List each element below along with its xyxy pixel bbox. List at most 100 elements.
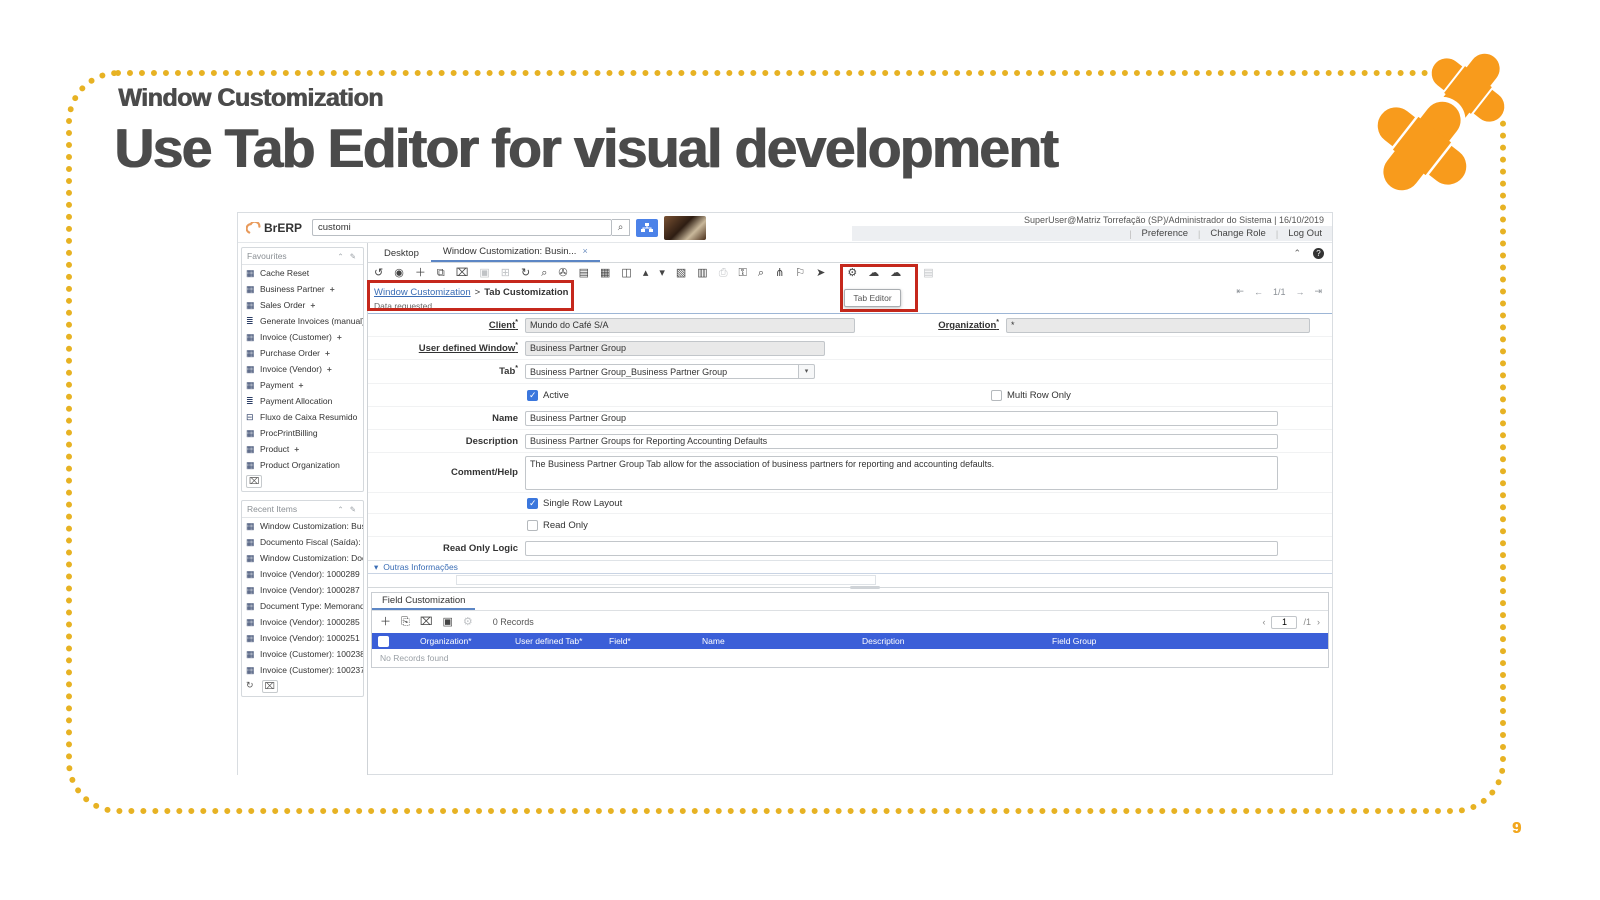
attachment-icon[interactable]: ✇ [558, 267, 567, 279]
recent-trash-icon[interactable]: ⌧ [262, 680, 278, 693]
avatar[interactable] [664, 216, 706, 240]
sidebar-item[interactable]: ⊟ Fluxo de Caixa Resumido [242, 409, 363, 425]
client-field[interactable] [525, 318, 855, 333]
notifications-icon[interactable]: ⚐ [795, 267, 805, 279]
sidebar-item[interactable]: ▦ Sales Order + [242, 297, 363, 313]
detail-layout-icon[interactable]: ◫ [621, 267, 631, 279]
tab-field-customization[interactable]: Field Customization [372, 593, 475, 610]
last-record-icon[interactable]: ⇥ [1314, 286, 1322, 297]
form-icon[interactable]: ▧ [676, 267, 686, 279]
active-checkbox[interactable] [527, 390, 538, 401]
expand-plus-icon[interactable]: + [310, 300, 315, 310]
search-icon[interactable]: ⌕ [612, 219, 630, 236]
column-header[interactable]: Name [698, 636, 858, 646]
recent-item[interactable]: ▦ Document Type: Memorando de [242, 598, 363, 614]
expand-plus-icon[interactable]: + [294, 444, 299, 454]
tab-window-customization[interactable]: Window Customization: Busin...× [431, 244, 600, 262]
sidebar-item[interactable]: ▦ Cache Reset [242, 265, 363, 281]
help-icon[interactable]: ? [1313, 248, 1324, 259]
delete-record-icon[interactable]: ⌧ [456, 267, 469, 279]
header-link[interactable]: Preference [1132, 228, 1198, 239]
first-record-icon[interactable]: ⇤ [1236, 286, 1244, 297]
tab-desktop[interactable]: Desktop [372, 246, 431, 262]
sidebar-item[interactable]: ≣ Payment Allocation [242, 393, 363, 409]
parent-record-icon[interactable]: ▴ [643, 267, 649, 279]
lock-icon[interactable]: ⚿ [739, 267, 747, 279]
column-header[interactable]: Organization* [416, 636, 511, 646]
recent-refresh-icon[interactable]: ↻ [246, 680, 254, 693]
sidebar-item[interactable]: ▦ ProcPrintBilling [242, 425, 363, 441]
expand-plus-icon[interactable]: + [330, 284, 335, 294]
sidebar-item[interactable]: ▦ Product + [242, 441, 363, 457]
grid-toggle-icon[interactable]: ▦ [600, 267, 610, 279]
report-icon[interactable]: ▤ [579, 267, 589, 279]
recent-item[interactable]: ▦ Invoice (Vendor): 1000251 [242, 630, 363, 646]
read-only-checkbox[interactable] [527, 520, 538, 531]
header-link[interactable]: Change Role [1200, 228, 1275, 239]
recent-item[interactable]: ▦ Invoice (Vendor): 1000285 [242, 614, 363, 630]
requery-icon[interactable]: ↻ [521, 267, 530, 279]
record-info-icon[interactable]: ◉ [394, 267, 404, 279]
undo-icon[interactable]: ↺ [374, 267, 383, 279]
description-field[interactable] [525, 434, 1278, 449]
archive-icon[interactable]: ▥ [697, 267, 707, 279]
read-only-logic-field[interactable] [525, 541, 1278, 556]
sidebar-item[interactable]: ▦ Invoice (Vendor) + [242, 361, 363, 377]
chevron-down-icon[interactable]: ▾ [799, 364, 815, 379]
tab-field[interactable] [525, 364, 799, 379]
page-prev-icon[interactable]: ‹ [1262, 617, 1265, 627]
breadcrumb-parent-link[interactable]: Window Customization [374, 287, 471, 298]
column-header[interactable]: Field Group [1048, 636, 1328, 646]
panel-collapse-icon[interactable]: ⌃ ✎ [337, 252, 358, 261]
detail-record-icon[interactable]: ▾ [659, 267, 665, 279]
panel-collapse-icon[interactable]: ⌃ ✎ [337, 505, 358, 514]
recent-item[interactable]: ▦ Invoice (Vendor): 1000289 [242, 566, 363, 582]
outras-informacoes-section[interactable]: ▾ Outras Informações [368, 560, 1332, 574]
save-record-icon[interactable]: ▣ [479, 267, 489, 279]
column-header[interactable]: Field* [605, 636, 698, 646]
sidebar-item[interactable]: ▦ Payment + [242, 377, 363, 393]
menu-lookup-button[interactable] [636, 219, 658, 237]
page-next-icon[interactable]: › [1317, 617, 1320, 627]
collapse-icon[interactable]: ⌃ [1293, 248, 1301, 259]
sidebar-item[interactable]: ▦ Business Partner + [242, 281, 363, 297]
single-row-layout-checkbox[interactable] [527, 498, 538, 509]
organization-field[interactable] [1006, 318, 1310, 333]
recent-item[interactable]: ▦ Window Customization: Busines [242, 518, 363, 534]
comment-help-field[interactable]: The Business Partner Group Tab allow for… [525, 456, 1278, 490]
recent-item[interactable]: ▦ Invoice (Customer): 100237 [242, 662, 363, 678]
broadcast-icon[interactable]: ➤ [816, 267, 825, 279]
page-input[interactable] [1271, 616, 1297, 629]
close-tab-icon[interactable]: × [582, 246, 587, 256]
recent-item[interactable]: ▦ Invoice (Vendor): 1000287 [242, 582, 363, 598]
sidebar-item[interactable]: ▦ Product Organization [242, 457, 363, 473]
recent-item[interactable]: ▦ Window Customization: Docum [242, 550, 363, 566]
user-defined-window-field[interactable] [525, 341, 825, 356]
save-row-icon[interactable]: ▣ [443, 616, 453, 628]
sidebar-item[interactable]: ▦ Invoice (Customer) + [242, 329, 363, 345]
csv-import-icon[interactable]: ▤ [923, 267, 933, 279]
export-icon[interactable]: ☁ [868, 267, 879, 279]
next-record-icon[interactable]: → [1295, 287, 1304, 297]
zoom-across-icon[interactable]: ⌕ [758, 267, 764, 279]
name-field[interactable] [525, 411, 1278, 426]
find-icon[interactable]: ⌕ [541, 267, 547, 279]
copy-record-icon[interactable]: ⧉ [437, 267, 445, 279]
header-link[interactable]: Log Out [1278, 228, 1332, 239]
new-record-icon[interactable]: ＋ [415, 267, 426, 279]
expand-plus-icon[interactable]: + [337, 332, 342, 342]
multi-row-only-checkbox[interactable] [991, 390, 1002, 401]
delete-row-icon[interactable]: ⌧ [420, 616, 433, 628]
select-all-checkbox[interactable] [378, 636, 389, 647]
search-input[interactable] [312, 219, 612, 236]
sidebar-item[interactable]: ▦ Purchase Order + [242, 345, 363, 361]
print-icon[interactable]: ⎙ [719, 267, 728, 279]
recent-item[interactable]: ▦ Invoice (Customer): 100238 [242, 646, 363, 662]
favourites-trash-icon[interactable]: ⌧ [246, 475, 262, 488]
edit-row-icon[interactable]: ⎘ [401, 616, 410, 628]
workflow-icon[interactable]: ⋔ [775, 267, 784, 279]
splitter-handle[interactable] [850, 586, 880, 589]
sidebar-item[interactable]: ≣ Generate Invoices (manual) [242, 313, 363, 329]
import-icon[interactable]: ☁ [890, 267, 901, 279]
save-create-icon[interactable]: ⊞ [501, 267, 510, 279]
